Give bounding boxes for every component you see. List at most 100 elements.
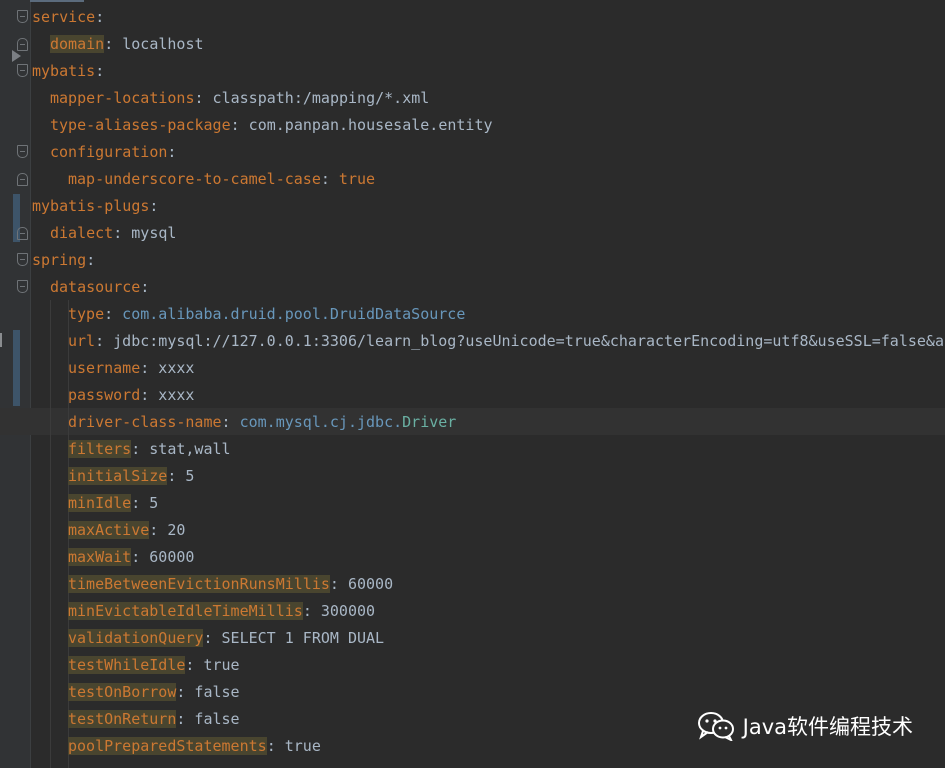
yaml-value: 5 xyxy=(176,467,195,485)
yaml-key: datasource xyxy=(50,278,141,296)
yaml-value: 300000 xyxy=(311,602,376,620)
code-line[interactable]: mybatis: xyxy=(32,58,945,85)
yaml-sep: : xyxy=(221,413,231,431)
yaml-key: configuration xyxy=(50,143,168,161)
watermark: Java软件编程技术 xyxy=(697,708,913,744)
code-line[interactable]: testWhileIdle: true xyxy=(32,652,945,679)
yaml-key: service xyxy=(32,8,96,26)
yaml-value: 60000 xyxy=(140,548,195,566)
fold-toggle-icon[interactable] xyxy=(17,280,28,293)
yaml-value: xxxx xyxy=(149,359,195,377)
scroll-mark xyxy=(0,333,2,347)
yaml-key: filters xyxy=(68,440,132,458)
code-line[interactable]: minEvictableIdleTimeMillis: 300000 xyxy=(32,598,945,625)
yaml-sep: : xyxy=(203,629,213,647)
code-line[interactable]: spring: xyxy=(32,247,945,274)
active-tab-indicator xyxy=(30,0,84,2)
code-line[interactable]: username: xxxx xyxy=(32,355,945,382)
code-line[interactable]: validationQuery: SELECT 1 FROM DUAL xyxy=(32,625,945,652)
yaml-value: classpath:/mapping/*.xml xyxy=(203,89,430,107)
code-line[interactable]: datasource: xyxy=(32,274,945,301)
yaml-value: SELECT 1 FROM DUAL xyxy=(212,629,385,647)
yaml-key: url xyxy=(68,332,96,350)
change-marker xyxy=(13,330,20,406)
code-line[interactable]: minIdle: 5 xyxy=(32,490,945,517)
yaml-sep: : xyxy=(131,494,141,512)
yaml-value: stat,wall xyxy=(140,440,231,458)
yaml-sep: : xyxy=(329,575,339,593)
yaml-value: mysql xyxy=(122,224,177,242)
code-line[interactable]: mybatis-plugs: xyxy=(32,193,945,220)
yaml-key: type xyxy=(68,305,105,323)
code-line[interactable]: domain: localhost xyxy=(32,31,945,58)
yaml-key: testOnReturn xyxy=(68,710,177,728)
code-line[interactable]: filters: stat,wall xyxy=(32,436,945,463)
yaml-sep: : xyxy=(230,116,240,134)
yaml-key: initialSize xyxy=(68,467,168,485)
yaml-key: poolPreparedStatements xyxy=(68,737,267,755)
yaml-sep: : xyxy=(302,602,312,620)
fold-end-icon[interactable] xyxy=(17,173,28,186)
yaml-value: com.panpan.housesale.entity xyxy=(239,116,493,134)
yaml-value: false xyxy=(185,683,240,701)
yaml-key: spring xyxy=(32,251,87,269)
yaml-key: maxWait xyxy=(68,548,132,566)
yaml-key: type-aliases-package xyxy=(50,116,231,134)
yaml-value: 60000 xyxy=(338,575,394,593)
yaml-sep: : xyxy=(86,251,96,269)
yaml-sep: : xyxy=(104,35,114,53)
yaml-key: mybatis-plugs xyxy=(32,197,150,215)
watermark-text: Java软件编程技术 xyxy=(742,715,913,739)
yaml-value: jdbc:mysql://127.0.0.1:3306/learn_blog?u… xyxy=(104,332,945,350)
yaml-sep: : xyxy=(140,359,150,377)
fold-end-icon[interactable] xyxy=(17,227,28,240)
yaml-key: minIdle xyxy=(68,494,132,512)
yaml-key: password xyxy=(68,386,141,404)
yaml-key: driver-class-name xyxy=(68,413,222,431)
yaml-value: 5 xyxy=(140,494,159,512)
code-line[interactable]: dialect: mysql xyxy=(32,220,945,247)
code-line[interactable]: map-underscore-to-camel-case: true xyxy=(32,166,945,193)
yaml-key: dialect xyxy=(50,224,114,242)
yaml-sep: : xyxy=(167,143,177,161)
fold-toggle-icon[interactable] xyxy=(17,64,28,77)
yaml-sep: : xyxy=(149,197,159,215)
yaml-sep: : xyxy=(104,305,114,323)
yaml-value-package: com.mysql.cj.jdbc. xyxy=(230,413,403,431)
yaml-sep: : xyxy=(149,521,159,539)
yaml-value: true xyxy=(194,656,240,674)
yaml-key: minEvictableIdleTimeMillis xyxy=(68,602,303,620)
code-line[interactable]: configuration: xyxy=(32,139,945,166)
yaml-key: validationQuery xyxy=(68,629,204,647)
code-editor[interactable]: service: domain: localhost mybatis: mapp… xyxy=(0,0,945,768)
yaml-key: mybatis xyxy=(32,62,96,80)
yaml-sep: : xyxy=(131,440,141,458)
yaml-key: maxActive xyxy=(68,521,150,539)
yaml-value: com.alibaba.druid.pool.DruidDataSource xyxy=(113,305,466,323)
yaml-key: username xyxy=(68,359,141,377)
yaml-value: true xyxy=(275,737,321,755)
fold-toggle-icon[interactable] xyxy=(17,253,28,266)
code-line[interactable]: type-aliases-package: com.panpan.housesa… xyxy=(32,112,945,139)
code-line[interactable]: testOnBorrow: false xyxy=(32,679,945,706)
code-line[interactable]: maxWait: 60000 xyxy=(32,544,945,571)
code-line[interactable]: timeBetweenEvictionRunsMillis: 60000 xyxy=(32,571,945,598)
code-line[interactable]: maxActive: 20 xyxy=(32,517,945,544)
yaml-value: false xyxy=(185,710,240,728)
code-line[interactable]: initialSize: 5 xyxy=(32,463,945,490)
code-line[interactable]: service: xyxy=(32,4,945,31)
code-line[interactable]: url: jdbc:mysql://127.0.0.1:3306/learn_b… xyxy=(32,328,945,355)
code-line[interactable]: password: xxxx xyxy=(32,382,945,409)
yaml-sep: : xyxy=(140,278,150,296)
code-line[interactable]: driver-class-name: com.mysql.cj.jdbc.Dri… xyxy=(32,409,945,436)
yaml-sep: : xyxy=(266,737,276,755)
fold-toggle-icon[interactable] xyxy=(17,145,28,158)
code-lines[interactable]: service: domain: localhost mybatis: mapp… xyxy=(32,4,945,760)
code-line[interactable]: type: com.alibaba.druid.pool.DruidDataSo… xyxy=(32,301,945,328)
fold-toggle-icon[interactable] xyxy=(17,10,28,23)
yaml-key: mapper-locations xyxy=(50,89,195,107)
yaml-sep: : xyxy=(320,170,330,188)
yaml-sep: : xyxy=(113,224,123,242)
code-line[interactable]: mapper-locations: classpath:/mapping/*.x… xyxy=(32,85,945,112)
yaml-key: timeBetweenEvictionRunsMillis xyxy=(68,575,330,593)
